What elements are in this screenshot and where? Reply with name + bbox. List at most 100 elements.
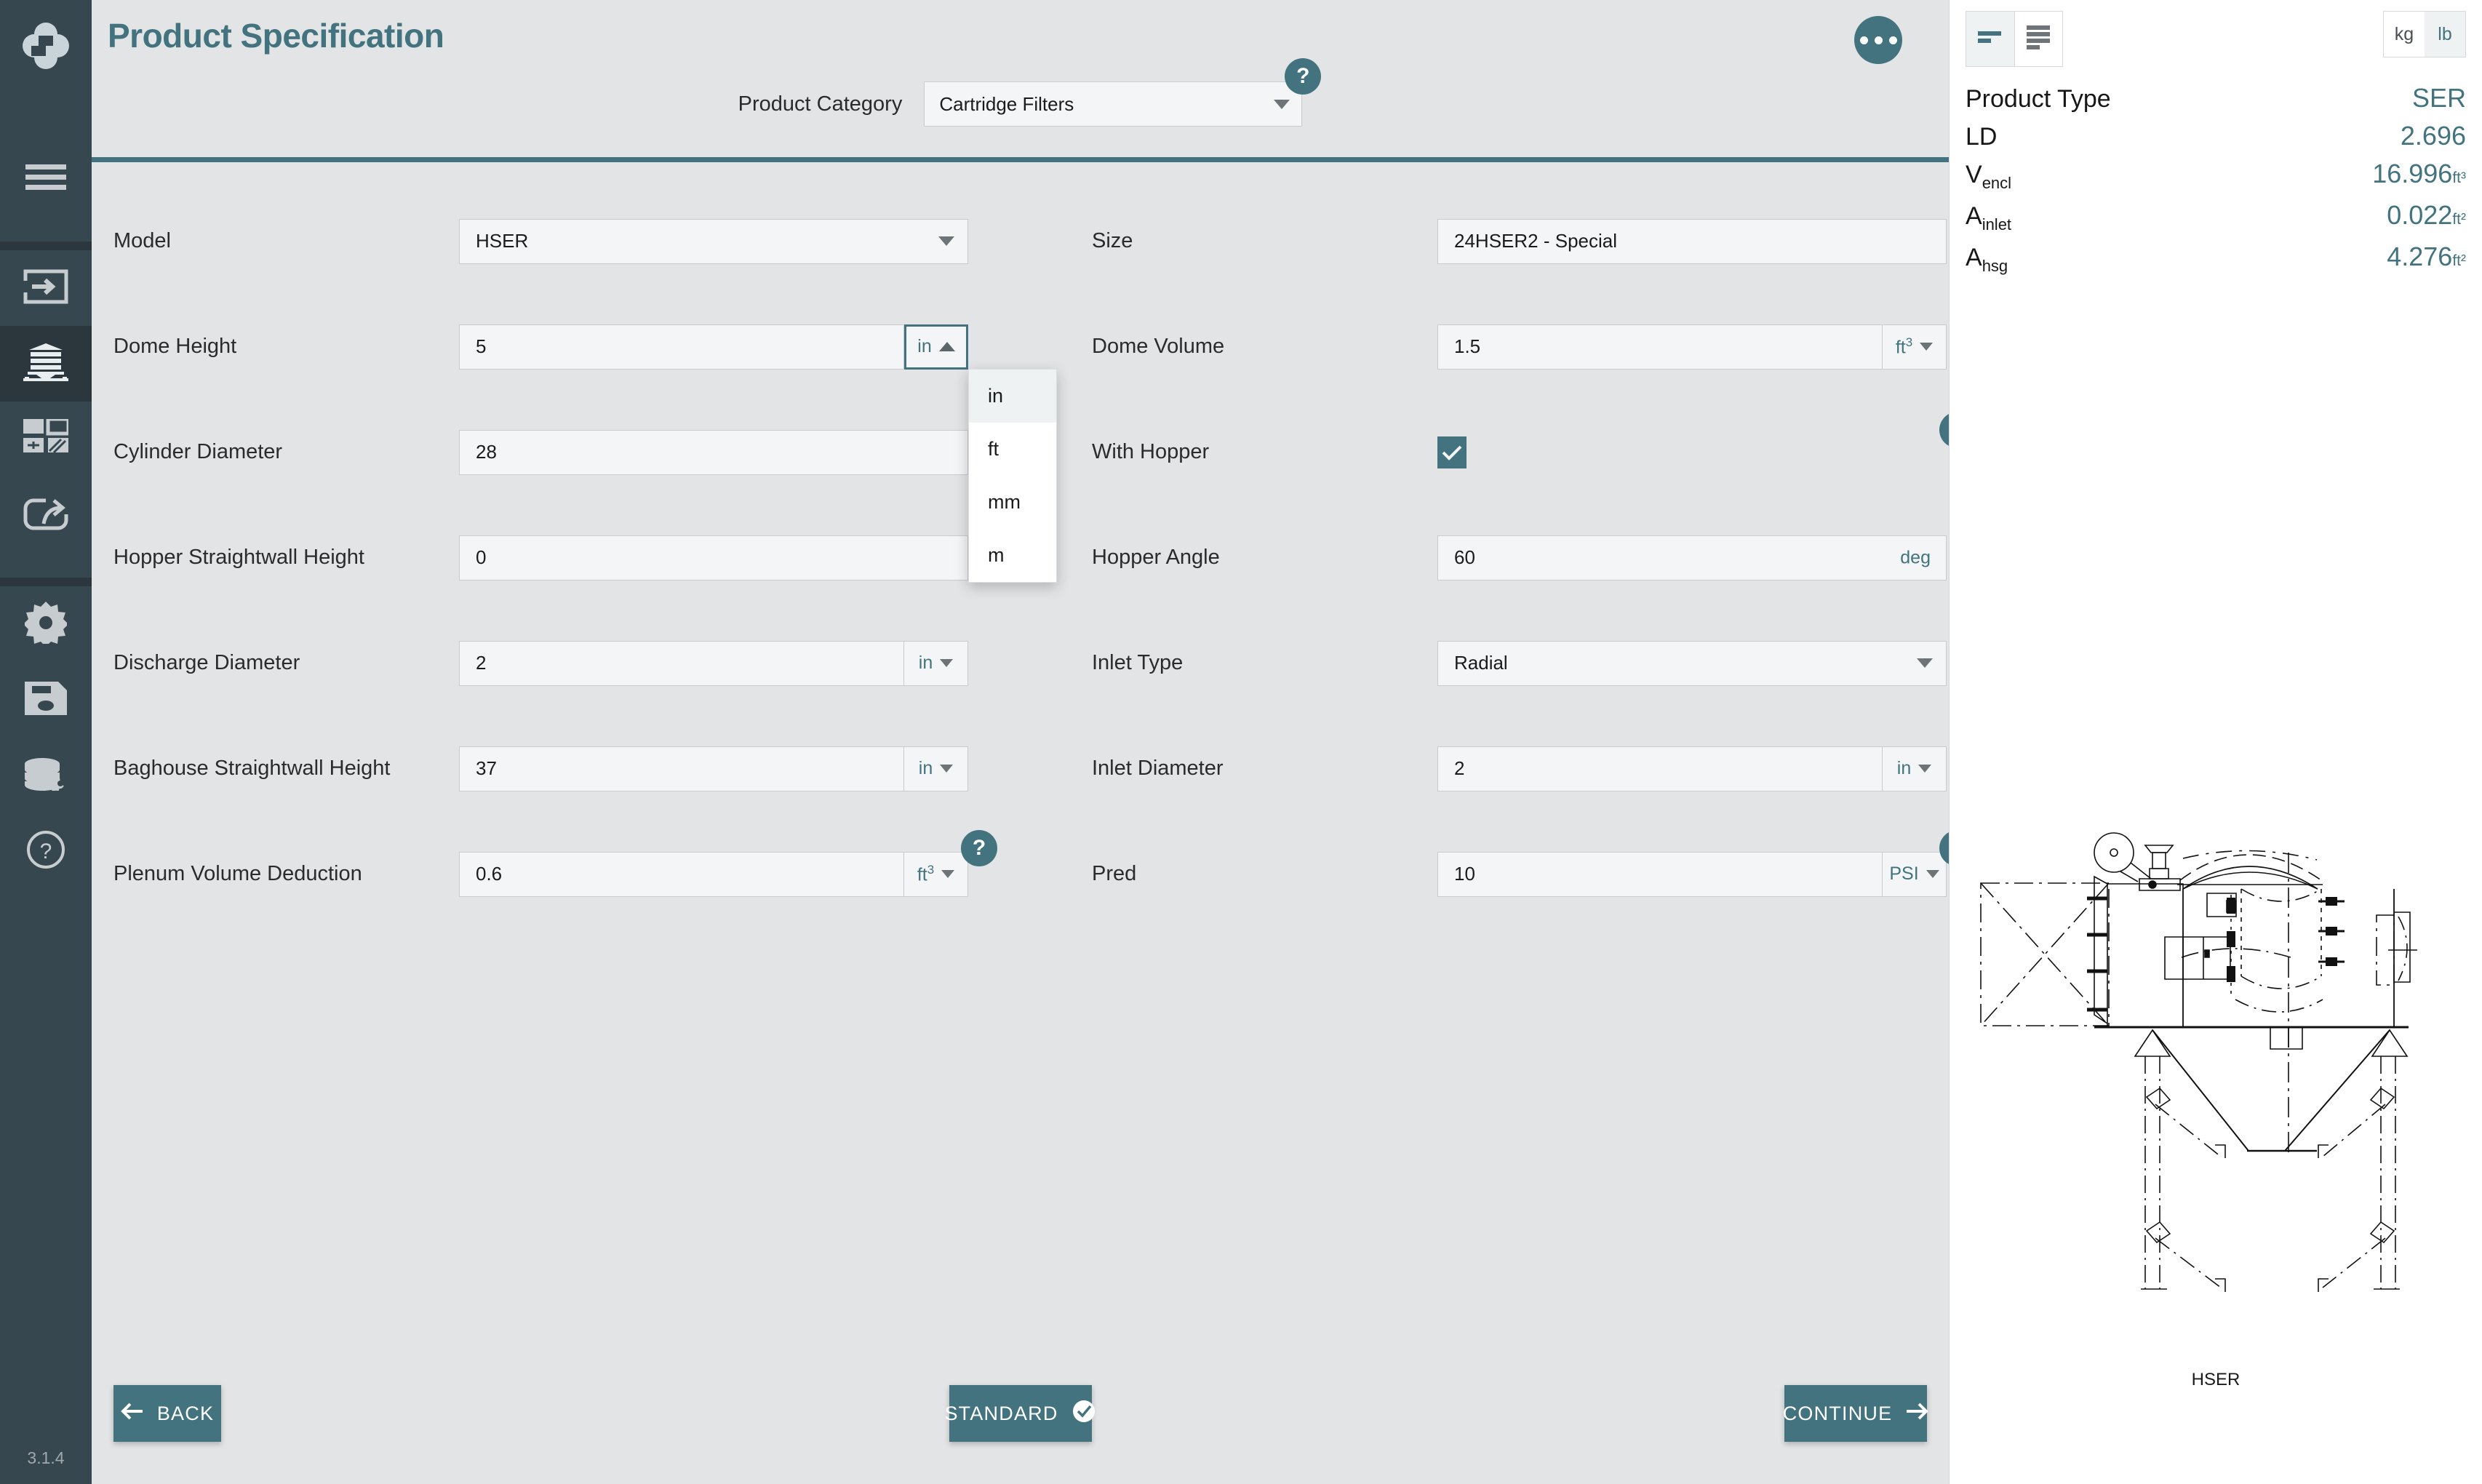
- plenum-volume-deduction-field: 0.6 ft3 ?: [459, 821, 1012, 927]
- dome-volume-unit-select[interactable]: ft3: [1883, 324, 1947, 370]
- menu-toggle[interactable]: [0, 141, 92, 217]
- hopper-angle-field: 60 deg: [1437, 505, 1990, 610]
- result-row: Product Type SER: [1966, 83, 2466, 113]
- dome-height-field: 5 in in ft mm m: [459, 294, 1057, 583]
- inlet-type-value: Radial: [1454, 652, 1508, 674]
- product-category-select-wrap: Cartridge Filters ?: [924, 58, 1322, 127]
- grid-gap: [1012, 188, 1070, 294]
- pred-field: 10 PSI ?: [1437, 821, 1990, 927]
- dome-volume-unit-value: ft3: [1895, 335, 1913, 358]
- chevron-down-icon: [1917, 658, 1933, 668]
- hopper-angle-unit: deg: [1900, 547, 1931, 567]
- product-drawing-area: HSER: [1950, 807, 2482, 1390]
- chevron-down-icon: [938, 236, 954, 246]
- hopper-angle-input[interactable]: 60: [1437, 535, 1947, 581]
- chevron-down-icon: [940, 765, 954, 773]
- size-field: 24HSER2 - Special: [1437, 188, 1990, 294]
- dome-volume-input[interactable]: 1.5: [1437, 324, 1883, 370]
- arrow-right-icon: [1905, 1402, 1929, 1426]
- result-row: Vencl 16.996ft³: [1966, 159, 2466, 193]
- cylinder-diameter-input[interactable]: 28: [459, 429, 968, 475]
- silo-baghouse-icon: [23, 343, 68, 385]
- app-logo[interactable]: [0, 0, 92, 92]
- grid-gap: [1012, 821, 1070, 927]
- dome-volume-label: Dome Volume: [1092, 335, 1225, 358]
- check-icon: [1442, 444, 1462, 460]
- baghouse-straightwall-height-input[interactable]: 37: [459, 746, 904, 791]
- size-input[interactable]: 24HSER2 - Special: [1437, 218, 1947, 264]
- hopper-straightwall-height-field: 0: [459, 505, 1012, 610]
- dome-height-input[interactable]: 5: [459, 324, 904, 370]
- result-row: Ahsg 4.276ft²: [1966, 242, 2466, 276]
- product-category-value: Cartridge Filters: [939, 92, 1074, 115]
- sidebar-item-database[interactable]: [0, 738, 92, 813]
- dome-volume-field: 1.5 ft3: [1437, 294, 1990, 399]
- result-value: 16.996ft³: [2372, 159, 2466, 188]
- unit-dropdown-menu[interactable]: in ft mm m: [968, 369, 1057, 583]
- dome-volume-group: 1.5 ft3: [1437, 324, 1947, 370]
- pred-group: 10 PSI: [1437, 851, 1947, 897]
- unit-option-in[interactable]: in: [969, 370, 1056, 423]
- inlet-type-select[interactable]: Radial: [1437, 640, 1947, 686]
- sidebar-item-settings[interactable]: [0, 586, 92, 662]
- standard-button-label: STANDARD: [944, 1402, 1058, 1424]
- back-button[interactable]: BACK: [113, 1385, 221, 1442]
- result-value: SER: [2411, 83, 2466, 113]
- inlet-diameter-unit-select[interactable]: in: [1883, 746, 1947, 791]
- chevron-down-icon: [1918, 765, 1932, 773]
- chevron-down-icon: [941, 870, 955, 878]
- discharge-diameter-unit-value: in: [918, 653, 933, 673]
- standard-button[interactable]: STANDARD: [944, 1385, 1095, 1442]
- mass-unit-kg[interactable]: kg: [2384, 12, 2425, 57]
- sidebar-item-export[interactable]: [0, 477, 92, 553]
- with-hopper-checkbox[interactable]: [1437, 436, 1467, 468]
- dome-height-unit-select[interactable]: in: [904, 324, 968, 370]
- baghouse-straightwall-height-unit-select[interactable]: in: [904, 746, 968, 791]
- unit-option-m[interactable]: m: [969, 529, 1056, 582]
- plenum-unit-select[interactable]: ft3: [904, 851, 968, 897]
- discharge-diameter-input[interactable]: 2: [459, 640, 904, 686]
- sidebar-item-product[interactable]: [0, 326, 92, 402]
- result-key: Ainlet: [1966, 202, 2012, 234]
- sidebar-item-import[interactable]: [0, 250, 92, 326]
- unit-option-mm[interactable]: mm: [969, 476, 1056, 529]
- dot-3: [1888, 36, 1897, 44]
- hopper-straightwall-height-input[interactable]: 0: [459, 535, 968, 581]
- arrow-left-icon: [121, 1402, 144, 1426]
- inlet-diameter-field: 2 in: [1437, 716, 1990, 821]
- product-category-help-icon[interactable]: ?: [1285, 58, 1322, 95]
- header-divider: [92, 157, 1949, 162]
- chevron-down-icon: [1926, 870, 1939, 878]
- inlet-diameter-unit-value: in: [1896, 758, 1912, 778]
- discharge-diameter-unit-select[interactable]: in: [904, 640, 968, 686]
- mass-unit-lb[interactable]: lb: [2425, 12, 2465, 57]
- sidebar-item-layout[interactable]: [0, 402, 92, 477]
- product-category-select[interactable]: Cartridge Filters: [924, 81, 1303, 127]
- inlet-type-field: Radial: [1437, 610, 1990, 716]
- sidebar-item-save[interactable]: [0, 662, 92, 738]
- result-row: LD 2.696: [1966, 121, 2466, 151]
- unit-option-ft[interactable]: ft: [969, 423, 1056, 476]
- inlet-diameter-input[interactable]: 2: [1437, 746, 1883, 791]
- view-mode-toggle: [1966, 11, 2063, 67]
- pred-input[interactable]: 10: [1437, 851, 1883, 897]
- sidebar-item-help[interactable]: ?: [0, 813, 92, 889]
- page-header: Product Specification Product Category C…: [92, 0, 1949, 162]
- model-select[interactable]: HSER: [459, 218, 968, 264]
- grid-gap: [1012, 610, 1070, 716]
- more-options-button[interactable]: [1854, 16, 1902, 64]
- continue-button[interactable]: CONTINUE: [1783, 1385, 1929, 1442]
- plenum-help-icon[interactable]: ?: [961, 829, 997, 866]
- hamburger-icon: [25, 161, 66, 197]
- pred-unit-select[interactable]: PSI: [1883, 851, 1947, 897]
- dome-height-group: 5 in: [459, 324, 968, 370]
- with-hopper-field: ?: [1437, 399, 1990, 505]
- compact-view-button[interactable]: [1966, 12, 2014, 66]
- plenum-unit-value: ft3: [917, 862, 935, 885]
- hser-dust-collector-technical-drawing: [1965, 807, 2467, 1364]
- drawing-caption: HSER: [2191, 1370, 2240, 1389]
- compact-view-icon: [1978, 31, 2003, 47]
- list-view-button[interactable]: [2014, 12, 2062, 66]
- plenum-volume-deduction-input[interactable]: 0.6: [459, 851, 904, 897]
- cylinder-diameter-label: Cylinder Diameter: [113, 440, 283, 463]
